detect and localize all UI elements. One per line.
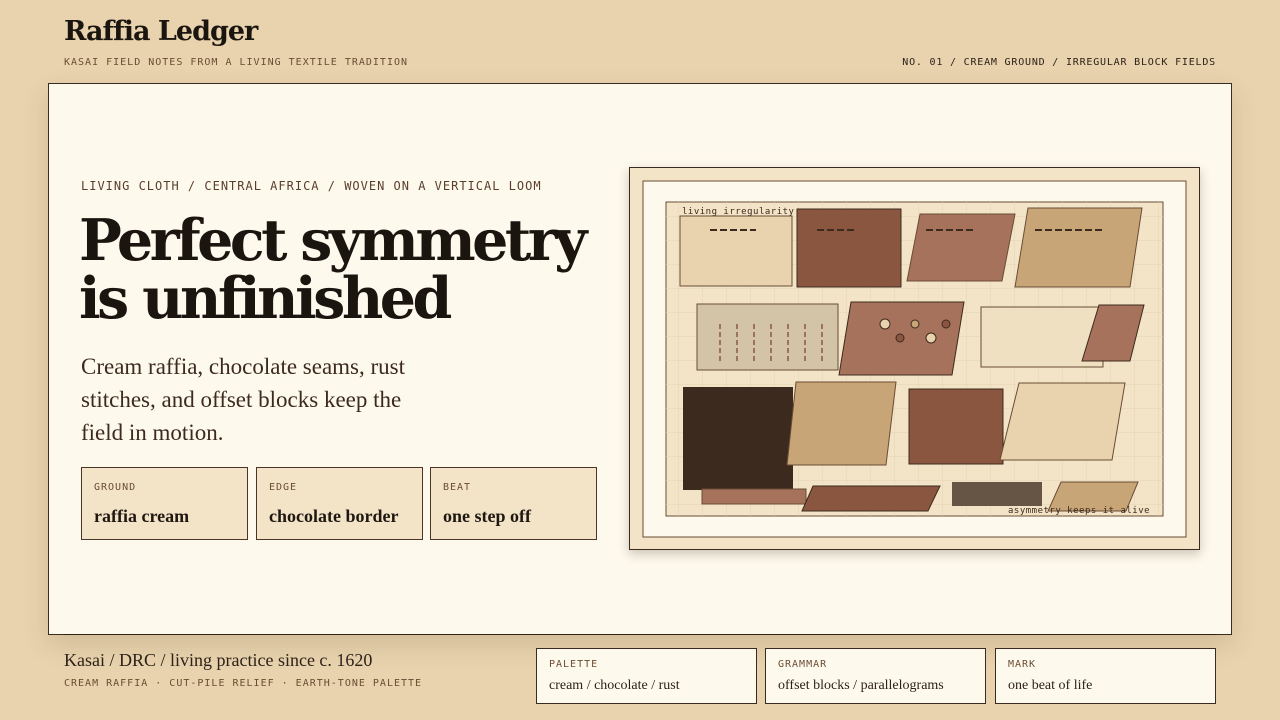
block-rust-2 xyxy=(908,388,1004,465)
meta-value: one beat of life xyxy=(1008,678,1093,693)
chip-key: GROUND xyxy=(94,482,137,493)
label-top: living irregularity xyxy=(682,207,795,217)
chip-key: EDGE xyxy=(269,482,298,493)
footer-rule xyxy=(64,634,1216,635)
block-cream-1 xyxy=(679,215,793,287)
label-bottom: asymmetry keeps it alive xyxy=(1008,506,1150,516)
issue-label: NO. 01 / CREAM GROUND / IRREGULAR BLOCK … xyxy=(902,57,1216,68)
meta-value: offset blocks / parallelograms xyxy=(778,678,944,693)
strip-clay xyxy=(701,488,807,505)
chip-value: one step off xyxy=(443,506,531,526)
chip-ground: GROUND raffia cream xyxy=(81,467,248,540)
headline-line-2: is unfinished xyxy=(79,265,452,332)
strip-umber xyxy=(952,482,1042,506)
chip-key: BEAT xyxy=(443,482,472,493)
textile-svg: living irregularity asymmetry keeps it a… xyxy=(642,180,1187,538)
chip-beat: BEAT one step off xyxy=(430,467,597,540)
headline-line-1: Perfect symmetry xyxy=(79,207,587,274)
hero-lede: Cream raffia, chocolate seams, rust stit… xyxy=(81,354,405,445)
hero-kicker: LIVING CLOTH / CENTRAL AFRICA / WOVEN ON… xyxy=(81,179,542,193)
meta-key: PALETTE xyxy=(549,659,599,670)
meta-grammar: GRAMMAR offset blocks / parallelograms xyxy=(765,648,986,704)
chip-value: raffia cream xyxy=(94,506,190,526)
block-chocolate xyxy=(683,387,793,490)
block-cream-3 xyxy=(999,382,1126,461)
meta-key: MARK xyxy=(1008,659,1037,670)
block-tan-1 xyxy=(1014,207,1143,288)
hero-card: LIVING CLOTH / CENTRAL AFRICA / WOVEN ON… xyxy=(48,83,1232,635)
textile-illustration: living irregularity asymmetry keeps it a… xyxy=(629,167,1200,550)
meta-value: cream / chocolate / rust xyxy=(549,678,680,693)
meta-palette: PALETTE cream / chocolate / rust xyxy=(536,648,757,704)
chip-edge: EDGE chocolate border xyxy=(256,467,423,540)
brand-subtitle: KASAI FIELD NOTES FROM A LIVING TEXTILE … xyxy=(64,57,409,68)
strip-rust xyxy=(801,485,941,512)
origin-subline: CREAM RAFFIA · CUT-PILE RELIEF · EARTH-T… xyxy=(64,678,423,689)
origin-line: Kasai / DRC / living practice since c. 1… xyxy=(64,650,373,670)
block-rust-1 xyxy=(796,208,902,288)
meta-key: GRAMMAR xyxy=(778,659,828,670)
brand-title: Raffia Ledger xyxy=(64,16,258,47)
block-clay-1 xyxy=(906,213,1016,282)
block-stone xyxy=(696,303,839,371)
block-tan-2 xyxy=(786,381,897,466)
hero-headline: Perfect symmetry is unfinished xyxy=(79,212,619,328)
meta-mark: MARK one beat of life xyxy=(995,648,1216,704)
chip-value: chocolate border xyxy=(269,506,399,526)
